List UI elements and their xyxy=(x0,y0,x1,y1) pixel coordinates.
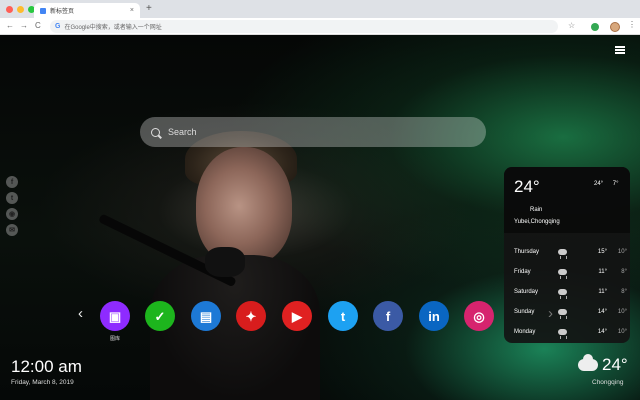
twitter-app-button[interactable]: t xyxy=(328,301,358,331)
youtube-app-button[interactable]: ▶ xyxy=(282,301,312,331)
weather-current-temp: 24° xyxy=(514,177,540,196)
browser-tabstrip: 新标签页 × + xyxy=(0,0,640,18)
forecast-row: Sunday 14° 10° xyxy=(504,302,630,322)
rain-cloud-icon xyxy=(558,269,567,278)
weather-forecast: Thursday 15° 10° Friday 11° 8° Saturday … xyxy=(504,233,630,342)
forecast-row: Monday 14° 10° xyxy=(504,322,630,342)
close-window-button[interactable] xyxy=(6,6,13,13)
dock-next-button[interactable]: › xyxy=(548,305,553,322)
tab-title: 新标签页 xyxy=(50,9,75,15)
bottom-weather-location: Chongqing xyxy=(592,379,624,386)
bookmark-star-icon[interactable]: ☆ xyxy=(568,21,575,30)
clock-time: 12:00 am xyxy=(11,357,82,376)
tab-close-icon[interactable]: × xyxy=(130,7,134,14)
forecast-high: 11° xyxy=(598,269,607,275)
forecast-row: Saturday 11° 8° xyxy=(504,282,630,302)
forecast-high: 14° xyxy=(597,329,607,335)
forecast-low: 10° xyxy=(617,309,627,315)
weather-low: 7° xyxy=(612,181,619,187)
rain-cloud-icon xyxy=(558,309,567,318)
forecast-day: Saturday xyxy=(514,289,539,295)
forecast-high: 15° xyxy=(597,249,607,255)
linkedin-app-button[interactable]: in xyxy=(419,301,449,331)
search-icon xyxy=(151,127,160,137)
forecast-row: Friday 11° 8° xyxy=(504,262,630,282)
weather-high: 24° xyxy=(594,181,604,187)
weather-location: Yubei,Chongqing xyxy=(514,219,560,225)
forecast-low: 8° xyxy=(621,289,627,295)
forecast-low: 10° xyxy=(617,329,627,335)
forecast-low: 10° xyxy=(617,249,627,255)
tasks-app-button[interactable]: ✓ xyxy=(145,301,175,331)
weather-current: 24° 24° 7° Rain Yubei,Chongqing xyxy=(504,167,630,233)
gallery-app-button[interactable]: ▣ xyxy=(100,301,130,331)
instagram-icon: ◎ xyxy=(473,308,485,324)
wechat-icon[interactable]: ✉ xyxy=(6,224,18,236)
hamburger-menu-icon[interactable] xyxy=(615,46,625,54)
browser-toolbar: ← → C G 在Google中搜索，或者输入一个网址 ☆ ⋮ xyxy=(0,18,640,35)
snapchat-icon[interactable]: ◉ xyxy=(6,208,18,220)
instagram-app-button[interactable]: ◎ xyxy=(464,301,494,331)
gallery-icon: ▣ xyxy=(108,308,122,324)
twitter-icon: t xyxy=(340,308,346,324)
background-photo-face xyxy=(196,147,292,265)
rain-cloud-icon xyxy=(558,249,567,258)
forward-button[interactable]: → xyxy=(20,21,28,30)
facebook-app-button[interactable]: f xyxy=(373,301,403,331)
search-input[interactable] xyxy=(168,127,468,137)
back-button[interactable]: ← xyxy=(6,21,14,30)
notes-icon: ▤ xyxy=(199,308,213,324)
linkedin-icon: in xyxy=(428,308,440,324)
extension-icon[interactable] xyxy=(591,23,599,31)
new-tab-button[interactable]: + xyxy=(146,3,152,14)
rain-cloud-icon xyxy=(558,329,567,338)
bottom-weather-temp: 24° xyxy=(602,355,628,374)
clock-date: Friday, March 8, 2019 xyxy=(11,379,74,386)
reload-button[interactable]: C xyxy=(35,21,41,30)
forecast-day: Monday xyxy=(514,329,536,335)
google-icon: G xyxy=(55,23,61,30)
twitter-icon[interactable]: t xyxy=(6,192,18,204)
forecast-low: 8° xyxy=(621,269,627,275)
forecast-day: Friday xyxy=(514,269,531,275)
minimize-window-button[interactable] xyxy=(17,6,24,13)
forecast-high: 14° xyxy=(597,309,607,315)
game-icon: ✦ xyxy=(245,308,257,324)
profile-avatar-icon[interactable] xyxy=(610,22,620,32)
new-tab-page: f t ◉ ✉ 24° 24° 7° Rain Yubei,Chongqing … xyxy=(0,35,640,400)
game-app-button[interactable]: ✦ xyxy=(236,301,266,331)
tab-favicon-icon xyxy=(40,7,46,14)
address-bar-placeholder: 在Google中搜索，或者输入一个网址 xyxy=(64,25,162,31)
background-photo-mic xyxy=(205,247,245,277)
rain-cloud-icon xyxy=(558,289,567,298)
dock-prev-button[interactable]: ‹ xyxy=(78,305,83,322)
search-bar[interactable] xyxy=(140,117,486,147)
forecast-row: Thursday 15° 10° xyxy=(504,242,630,262)
facebook-icon[interactable]: f xyxy=(6,176,18,188)
cloud-icon xyxy=(578,354,598,371)
notes-app-button[interactable]: ▤ xyxy=(191,301,221,331)
weather-panel: 24° 24° 7° Rain Yubei,Chongqing Thursday… xyxy=(504,167,630,343)
window-controls xyxy=(6,6,35,13)
gallery-app-label: 图库 xyxy=(109,336,120,342)
youtube-icon: ▶ xyxy=(292,308,302,324)
address-bar[interactable]: G 在Google中搜索，或者输入一个网址 xyxy=(50,20,558,33)
browser-menu-icon[interactable]: ⋮ xyxy=(628,20,636,29)
forecast-day: Thursday xyxy=(514,249,540,255)
browser-tab[interactable]: 新标签页 × xyxy=(34,3,140,18)
weather-condition: Rain xyxy=(530,207,543,213)
facebook-icon: f xyxy=(385,308,391,324)
forecast-high: 11° xyxy=(598,289,607,295)
checkmark-icon: ✓ xyxy=(154,308,166,324)
social-sidebar: f t ◉ ✉ xyxy=(6,176,18,236)
weather-high-low: 24° 7° xyxy=(594,181,627,187)
